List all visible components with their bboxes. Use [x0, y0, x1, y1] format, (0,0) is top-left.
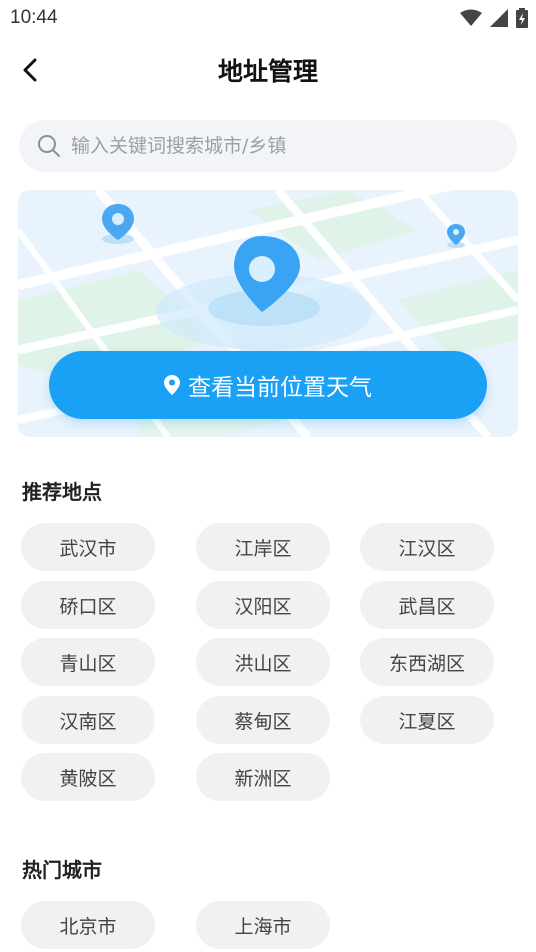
- battery-icon: [516, 8, 528, 28]
- view-current-location-weather-button[interactable]: 查看当前位置天气: [49, 351, 487, 419]
- search-input[interactable]: [71, 135, 471, 157]
- status-time: 10:44: [10, 7, 58, 28]
- small-pin-icon: [447, 224, 465, 248]
- wifi-icon: [460, 9, 482, 26]
- location-chip[interactable]: 东西湖区: [360, 638, 494, 686]
- location-chip[interactable]: 汉南区: [21, 696, 155, 744]
- locate-button-label: 查看当前位置天气: [188, 375, 372, 401]
- small-pin-icon: [102, 204, 134, 244]
- location-chip[interactable]: 洪山区: [196, 638, 330, 686]
- location-chip[interactable]: 青山区: [21, 638, 155, 686]
- location-chip[interactable]: 武昌区: [360, 581, 494, 629]
- map-card: 查看当前位置天气: [18, 190, 518, 437]
- city-chip[interactable]: 上海市: [196, 901, 330, 949]
- location-chip[interactable]: 汉阳区: [196, 581, 330, 629]
- location-chip[interactable]: 江夏区: [360, 696, 494, 744]
- status-bar: 10:44: [0, 0, 536, 36]
- location-chip[interactable]: 硚口区: [21, 581, 155, 629]
- city-chip[interactable]: 北京市: [21, 901, 155, 949]
- location-chip[interactable]: 蔡甸区: [196, 696, 330, 744]
- location-chip[interactable]: 黄陂区: [21, 753, 155, 801]
- location-chip[interactable]: 新洲区: [196, 753, 330, 801]
- signal-icon: [490, 9, 508, 27]
- header: 地址管理: [0, 42, 536, 98]
- status-icons: [460, 8, 528, 28]
- search-icon: [38, 135, 60, 157]
- location-chip[interactable]: 江汉区: [360, 523, 494, 571]
- search-box[interactable]: [19, 120, 517, 172]
- location-marker-icon: [164, 375, 180, 395]
- recommended-section-title: 推荐地点: [22, 480, 102, 504]
- hot-cities-section-title: 热门城市: [22, 858, 102, 882]
- page-title: 地址管理: [217, 57, 318, 86]
- location-chip[interactable]: 武汉市: [21, 523, 155, 571]
- location-chip[interactable]: 江岸区: [196, 523, 330, 571]
